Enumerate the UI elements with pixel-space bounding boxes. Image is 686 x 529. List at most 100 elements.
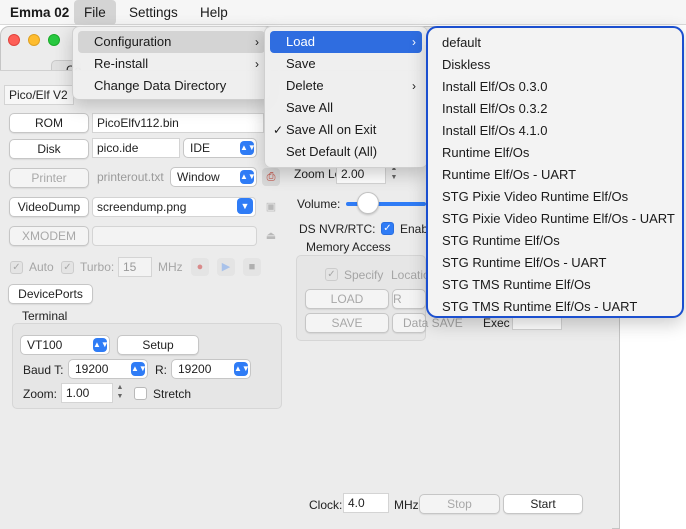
- menu-help[interactable]: Help: [190, 0, 238, 25]
- menu-item-set-default-all-label: Set Default (All): [286, 144, 378, 159]
- turbo-checkbox[interactable]: ✓: [61, 261, 74, 274]
- menu-item-load-label: Load: [286, 34, 315, 49]
- menu-item-delete[interactable]: Delete ›: [270, 75, 422, 97]
- printer-mode-select[interactable]: Window ▲▼: [170, 167, 257, 187]
- up-down-arrows-icon: ▲▼: [93, 338, 109, 352]
- specify-checkbox[interactable]: ✓: [325, 268, 338, 281]
- chevron-right-icon: ›: [255, 35, 259, 49]
- printer-file-input[interactable]: printerout.txt: [92, 167, 166, 187]
- terminal-zoom-input[interactable]: 1.00: [61, 383, 113, 403]
- terminal-zoom-label: Zoom:: [23, 387, 58, 401]
- load-item-install-elfos-030[interactable]: Install Elf/Os 0.3.0: [432, 76, 678, 98]
- videodump-button[interactable]: VideoDump: [9, 197, 89, 217]
- baud-r-select[interactable]: 19200 ▲▼: [171, 359, 251, 379]
- deviceports-button[interactable]: DevicePorts: [8, 284, 93, 304]
- menu-bar: Emma 02 File Settings Help: [0, 0, 686, 25]
- menu-item-reinstall[interactable]: Re-install ›: [78, 53, 265, 75]
- load-item-install-elfos-410[interactable]: Install Elf/Os 4.1.0: [432, 120, 678, 142]
- turbo-unit-label: MHz: [158, 260, 183, 274]
- stretch-label: Stretch: [153, 387, 192, 401]
- xmodem-file-input[interactable]: [92, 226, 257, 246]
- menu-item-set-default-all[interactable]: Set Default (All): [270, 141, 422, 163]
- rom-button[interactable]: ROM: [9, 113, 89, 133]
- terminal-zoom-stepper[interactable]: ▲ ▼: [115, 383, 125, 403]
- load-item-stg-tms-runtime-uart[interactable]: STG TMS Runtime Elf/Os - UART: [432, 296, 678, 318]
- app-menu[interactable]: Emma 02: [0, 0, 79, 25]
- menu-item-save-all[interactable]: Save All: [270, 97, 422, 119]
- load-item-runtime-elfos-uart[interactable]: Runtime Elf/Os - UART: [432, 164, 678, 186]
- menu-item-save-all-on-exit[interactable]: ✓ Save All on Exit: [270, 119, 422, 141]
- r-button[interactable]: R: [392, 289, 426, 309]
- disk-type-select[interactable]: IDE ▲▼: [183, 138, 257, 158]
- baud-r-value: 19200: [178, 362, 212, 376]
- menu-item-change-data-directory-label: Change Data Directory: [94, 78, 227, 93]
- turbo-label: Turbo:: [80, 260, 115, 274]
- memory-access-title: Memory Access: [306, 240, 391, 254]
- data-save-label: Data SAVE: [403, 316, 463, 330]
- load-item-diskless[interactable]: Diskless: [432, 54, 678, 76]
- minimize-window-button[interactable]: [28, 34, 40, 46]
- chevron-right-icon: ›: [412, 35, 416, 49]
- specify-label: Specify: [344, 268, 384, 282]
- load-item-stg-pixie-runtime-uart[interactable]: STG Pixie Video Runtime Elf/Os - UART: [432, 208, 678, 230]
- menu-item-configuration[interactable]: Configuration ›: [78, 31, 265, 53]
- turbo-input[interactable]: 15: [118, 257, 152, 277]
- close-window-button[interactable]: [8, 34, 20, 46]
- videodump-file-input[interactable]: screendump.png: [92, 197, 256, 217]
- eject-icon[interactable]: ⏏: [262, 227, 280, 245]
- printer-icon[interactable]: ⎙: [262, 168, 280, 186]
- ds-nvr-checkbox[interactable]: ✓: [381, 222, 394, 235]
- load-item-stg-tms-runtime[interactable]: STG TMS Runtime Elf/Os: [432, 274, 678, 296]
- save-disk-icon[interactable]: ▣: [262, 198, 280, 216]
- up-down-arrows-icon: ▲▼: [131, 362, 147, 376]
- start-button[interactable]: Start: [503, 494, 583, 514]
- volume-slider-knob[interactable]: [357, 192, 379, 214]
- terminal-type-value: VT100: [27, 338, 63, 352]
- load-item-runtime-elfos[interactable]: Runtime Elf/Os: [432, 142, 678, 164]
- stop-button[interactable]: Stop: [419, 494, 500, 514]
- ds-nvr-check-label: Enab: [400, 222, 429, 236]
- load-button[interactable]: LOAD: [305, 289, 389, 309]
- menu-file[interactable]: File: [74, 0, 116, 25]
- clock-unit-label: MHz: [394, 498, 419, 512]
- terminal-setup-button[interactable]: Setup: [117, 335, 199, 355]
- chevron-down-icon[interactable]: ▼: [237, 198, 253, 214]
- load-item-install-elfos-032[interactable]: Install Elf/Os 0.3.2: [432, 98, 678, 120]
- stretch-checkbox[interactable]: [134, 387, 147, 400]
- baud-t-value: 19200: [75, 362, 109, 376]
- up-down-arrows-icon: ▲▼: [240, 141, 256, 155]
- load-item-stg-runtime-uart[interactable]: STG Runtime Elf/Os - UART: [432, 252, 678, 274]
- load-item-stg-runtime[interactable]: STG Runtime Elf/Os: [432, 230, 678, 252]
- exec-label: Exec: [483, 316, 510, 330]
- zoom-window-button[interactable]: [48, 34, 60, 46]
- save-button[interactable]: SAVE: [305, 313, 389, 333]
- stop-icon[interactable]: ■: [243, 258, 261, 276]
- menu-item-load[interactable]: Load ›: [270, 31, 422, 53]
- printer-button[interactable]: Printer: [9, 168, 89, 188]
- baud-r-label: R:: [155, 363, 167, 377]
- menu-item-change-data-directory[interactable]: Change Data Directory: [78, 75, 265, 97]
- disk-button[interactable]: Disk: [9, 139, 89, 159]
- play-icon[interactable]: ▶: [217, 258, 235, 276]
- auto-label: Auto: [29, 260, 54, 274]
- computer-select[interactable]: Pico/Elf V2: [4, 85, 74, 105]
- clock-input[interactable]: 4.0: [343, 493, 389, 513]
- chevron-right-icon: ›: [412, 79, 416, 93]
- menu-item-save-label: Save: [286, 56, 316, 71]
- menu-item-save[interactable]: Save: [270, 53, 422, 75]
- disk-file-input[interactable]: pico.ide: [92, 138, 180, 158]
- baud-t-select[interactable]: 19200 ▲▼: [68, 359, 148, 379]
- menu-item-save-all-on-exit-label: Save All on Exit: [286, 122, 377, 137]
- menu-item-save-all-label: Save All: [286, 100, 333, 115]
- record-icon[interactable]: ●: [191, 258, 209, 276]
- load-item-default[interactable]: default: [432, 32, 678, 54]
- menu-item-reinstall-label: Re-install: [94, 56, 149, 71]
- terminal-type-select[interactable]: VT100 ▲▼: [20, 335, 110, 355]
- auto-checkbox[interactable]: ✓: [10, 261, 23, 274]
- load-menu: default Diskless Install Elf/Os 0.3.0 In…: [426, 26, 684, 318]
- menu-settings[interactable]: Settings: [119, 0, 188, 25]
- location-label: Locatio: [391, 268, 430, 282]
- load-item-stg-pixie-runtime[interactable]: STG Pixie Video Runtime Elf/Os: [432, 186, 678, 208]
- xmodem-button[interactable]: XMODEM: [9, 226, 89, 246]
- rom-file-input[interactable]: PicoElfv112.bin: [92, 113, 264, 133]
